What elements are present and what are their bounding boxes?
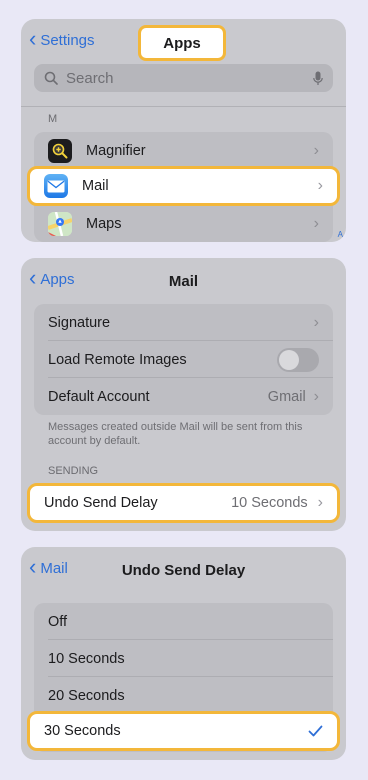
row-label: Signature [48, 314, 111, 331]
section-header: SENDING [48, 465, 99, 477]
back-to-settings-button[interactable]: ‹ Settings [29, 26, 95, 51]
chevron-left-icon: ‹ [29, 26, 37, 51]
back-label: Settings [40, 32, 95, 49]
index-letter[interactable]: A [338, 230, 343, 239]
list-item-maps[interactable]: Maps › [34, 205, 333, 242]
page-title: Undo Send Delay [121, 562, 246, 579]
list-item-magnifier[interactable]: Magnifier › [34, 132, 333, 169]
option-label: Off [48, 613, 68, 630]
signature-row[interactable]: Signature › [34, 304, 333, 341]
row-value: 10 Seconds [231, 495, 308, 511]
page-title: Mail [168, 273, 199, 290]
search-placeholder: Search [66, 69, 114, 87]
option-10-seconds[interactable]: 10 Seconds [34, 640, 333, 677]
checkmark-icon [308, 725, 323, 737]
option-label: 20 Seconds [48, 687, 125, 704]
list-item-label: Mail [82, 178, 109, 194]
mail-app-icon [44, 174, 68, 198]
toggle-knob [279, 349, 299, 370]
undo-send-delay-row[interactable]: Undo Send Delay 10 Seconds › [27, 483, 340, 523]
apps-page-title: Apps [138, 25, 226, 61]
load-remote-images-row: Load Remote Images [34, 341, 333, 378]
chevron-right-icon: › [313, 214, 319, 232]
default-account-footnote: Messages created outside Mail will be se… [48, 421, 303, 447]
option-20-seconds[interactable]: 20 Seconds [34, 677, 333, 714]
list-item-label: Magnifier [86, 142, 146, 159]
chevron-right-icon: › [317, 494, 323, 511]
search-field[interactable]: Search [34, 64, 333, 92]
chevron-right-icon: › [317, 177, 323, 194]
row-label: Default Account [48, 388, 150, 405]
search-icon [44, 71, 58, 85]
row-label: Undo Send Delay [44, 495, 158, 511]
section-letter: M [48, 113, 58, 125]
list-item-mail[interactable]: Mail › [27, 166, 340, 206]
mail-navbar: ‹ Apps Mail [21, 258, 346, 304]
chevron-right-icon: › [313, 313, 319, 331]
chevron-right-icon: › [313, 141, 319, 159]
maps-app-icon [48, 211, 72, 236]
mail-settings-group: Signature › Load Remote Images Default A… [34, 304, 333, 415]
option-label: 10 Seconds [48, 650, 125, 667]
row-label: Load Remote Images [48, 351, 187, 368]
option-30-seconds[interactable]: 30 Seconds [27, 711, 340, 751]
load-remote-images-toggle[interactable] [277, 347, 319, 372]
row-value: Gmail [267, 388, 306, 405]
option-off[interactable]: Off [34, 603, 333, 640]
default-account-row[interactable]: Default Account Gmail › [34, 378, 333, 415]
chevron-right-icon: › [313, 387, 319, 405]
microphone-icon[interactable] [313, 71, 323, 86]
undo-send-navbar: ‹ Mail Undo Send Delay [21, 547, 346, 593]
divider [21, 106, 346, 107]
option-label: 30 Seconds [44, 723, 121, 739]
magnifier-app-icon [48, 138, 72, 163]
list-item-label: Maps [86, 215, 122, 232]
